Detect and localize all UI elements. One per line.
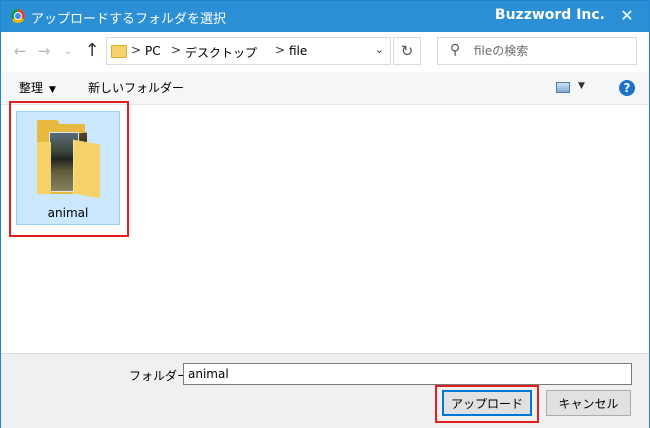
recent-locations-chevron-icon[interactable]: ⌄ [57,40,79,62]
breadcrumb-separator[interactable]: > [275,43,285,57]
upload-button[interactable]: アップロード [442,390,532,416]
address-row: ← → ⌄ ↑ > PC > デスクトップ > file ⌄ ↻ ⚲ [1,32,649,72]
photo-folder-icon [37,120,101,199]
chrome-icon [11,9,25,23]
search-icon: ⚲ [450,42,461,58]
back-arrow-icon[interactable]: ← [9,40,31,62]
breadcrumb-separator[interactable]: > [131,43,141,57]
organize-button[interactable]: 整理 ▼ [19,79,56,96]
toolbar: 整理 ▼ 新しいフォルダー ▼ ? [1,72,649,105]
refresh-button[interactable]: ↻ [393,37,421,65]
forward-arrow-icon[interactable]: → [33,40,55,62]
folder-icon [111,45,127,58]
title-bar: アップロードするフォルダを選択 Buzzword Inc. ✕ [1,1,649,32]
view-icon [556,82,570,93]
breadcrumb-file[interactable]: file [289,44,307,58]
footer-panel: フォルダー: アップロード キャンセル [1,353,649,428]
dropdown-caret-icon: ▼ [49,85,56,95]
folder-name-field[interactable] [183,363,632,385]
window-title: アップロードするフォルダを選択 [31,12,227,27]
change-view-button[interactable]: ▼ [554,80,590,98]
folder-select-dialog: アップロードするフォルダを選択 Buzzword Inc. ✕ ← → ⌄ ↑ … [0,0,650,428]
cancel-button[interactable]: キャンセル [546,390,631,416]
close-button[interactable]: ✕ [615,5,639,27]
up-arrow-icon[interactable]: ↑ [81,40,103,62]
dropdown-caret-icon: ▼ [578,81,585,91]
search-box: ⚲ [437,37,637,65]
address-bar[interactable]: > PC > デスクトップ > file ⌄ [106,37,391,65]
new-folder-button[interactable]: 新しいフォルダー [88,79,184,96]
organize-label: 整理 [19,81,44,95]
help-icon[interactable]: ? [619,80,635,96]
brand-name: Buzzword Inc. [494,7,605,23]
address-dropdown-chevron-icon[interactable]: ⌄ [375,43,384,56]
breadcrumb-separator[interactable]: > [171,43,181,57]
breadcrumb-pc[interactable]: PC [145,44,161,58]
file-list[interactable]: animal [1,105,649,353]
breadcrumb-desktop[interactable]: デスクトップ [185,44,257,61]
search-input[interactable] [474,42,624,60]
folder-item-animal[interactable]: animal [16,111,120,225]
folder-item-label: animal [47,206,89,220]
